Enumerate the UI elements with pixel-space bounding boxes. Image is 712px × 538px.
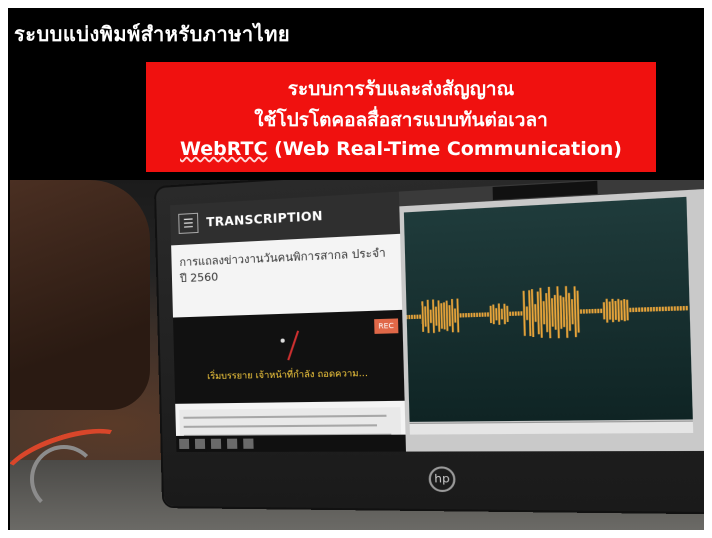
- slide-title: ระบบแบ่งพิมพ์สำหรับภาษาไทย: [14, 22, 291, 46]
- audio-waveform: [404, 197, 693, 422]
- webrtc-expansion: (Web Real-Time Communication): [267, 138, 622, 160]
- video-marker: [287, 330, 300, 361]
- waveform-sample: [457, 299, 458, 333]
- waveform-sample: [532, 289, 533, 337]
- app-header: ☰ TRANSCRIPTION: [170, 191, 400, 246]
- waveform-sample: [552, 298, 553, 326]
- slide: ระบบแบ่งพิมพ์สำหรับภาษาไทย ระบบการรับและ…: [8, 8, 704, 530]
- waveform-sample: [612, 299, 613, 322]
- transcript-text-block: [179, 407, 402, 446]
- transcript-card-title: การแถลงข่าวงานวันคนพิการสากล ประจำปี 256…: [179, 246, 386, 286]
- waveform-sample: [549, 287, 550, 338]
- waveform-sample: [627, 300, 628, 321]
- waveform-sample: [624, 299, 625, 321]
- waveform-sample: [543, 301, 544, 324]
- waveform-sample: [563, 297, 564, 327]
- waveform-sample: [504, 304, 505, 324]
- waveform-sample: [425, 306, 426, 326]
- waveform-sample: [546, 293, 547, 332]
- waveform-sample: [449, 305, 450, 326]
- waveform-area[interactable]: [404, 196, 693, 422]
- laptop-screen: ☰ TRANSCRIPTION การแถลงข่าวงานวันคนพิการ…: [170, 180, 704, 453]
- callout-line-2: ใช้โปรโตคอลสื่อสารแบบทันต่อเวลา: [254, 109, 548, 131]
- rec-badge: REC: [373, 318, 399, 334]
- taskbar-app-icon[interactable]: [243, 438, 254, 449]
- waveform-sample: [452, 299, 453, 332]
- taskbar: [176, 434, 406, 453]
- video-dot: [280, 338, 285, 343]
- waveform-sample: [615, 301, 616, 320]
- waveform-sample: [566, 286, 567, 338]
- waveform-sample: [538, 292, 539, 335]
- waveform-sample: [428, 300, 429, 333]
- audio-editor: [398, 180, 704, 452]
- callout-line-1: ระบบการรับและส่งสัญญาณ: [287, 78, 515, 100]
- waveform-sample: [618, 299, 619, 322]
- grey-cable: [30, 445, 98, 513]
- waveform-sample: [499, 303, 500, 324]
- time-display: [492, 180, 598, 200]
- webrtc-acronym: WebRTC: [180, 138, 268, 160]
- waveform-sample: [422, 301, 423, 332]
- waveform-sample: [555, 295, 556, 330]
- laptop-photo: ☰ TRANSCRIPTION การแถลงข่าวงานวันคนพิการ…: [10, 180, 704, 530]
- taskbar-app-icon[interactable]: [194, 438, 206, 449]
- live-caption: เริ่มบรรยาย เจ้าหน้าที่กำลัง ถอดความ...: [207, 368, 369, 383]
- callout-line-3: WebRTC (Web Real-Time Communication): [146, 138, 656, 160]
- background-person: [10, 180, 150, 410]
- callout-box: ระบบการรับและส่งสัญญาณ ใช้โปรโตคอลสื่อสา…: [146, 62, 656, 172]
- transcription-app: ☰ TRANSCRIPTION การแถลงข่าวงานวันคนพิการ…: [170, 191, 406, 453]
- taskbar-app-icon[interactable]: [210, 438, 222, 449]
- taskbar-app-icon[interactable]: [226, 438, 238, 449]
- waveform-sample: [444, 302, 445, 329]
- waveform-sample: [441, 303, 442, 328]
- waveform-sample: [560, 296, 561, 329]
- video-preview: REC เริ่มบรรยาย เจ้าหน้าที่กำลัง ถอดความ…: [172, 309, 405, 404]
- waveform-sample: [574, 286, 575, 337]
- hamburger-icon[interactable]: ☰: [178, 212, 199, 234]
- app-title: TRANSCRIPTION: [206, 208, 323, 230]
- waveform-sample: [523, 291, 524, 336]
- waveform-sample: [433, 300, 434, 334]
- waveform-sample: [606, 299, 607, 323]
- waveform-sample: [569, 293, 570, 331]
- waveform-sample: [436, 307, 437, 326]
- timeline-ruler[interactable]: [409, 420, 694, 435]
- waveform-sample: [493, 305, 494, 325]
- laptop: ☰ TRANSCRIPTION การแถลงข่าวงานวันคนพิการ…: [155, 180, 704, 513]
- waveform-sample: [621, 300, 622, 320]
- waveform-sample: [557, 286, 558, 338]
- waveform-sample: [577, 291, 578, 333]
- waveform-sample: [438, 300, 439, 331]
- waveform-sample: [609, 302, 610, 320]
- hp-logo: hp: [428, 466, 456, 493]
- waveform-sample: [446, 301, 447, 331]
- waveform-sample: [529, 290, 530, 336]
- waveform-sample: [572, 299, 573, 324]
- waveform-sample: [540, 288, 541, 338]
- start-icon[interactable]: [179, 438, 190, 449]
